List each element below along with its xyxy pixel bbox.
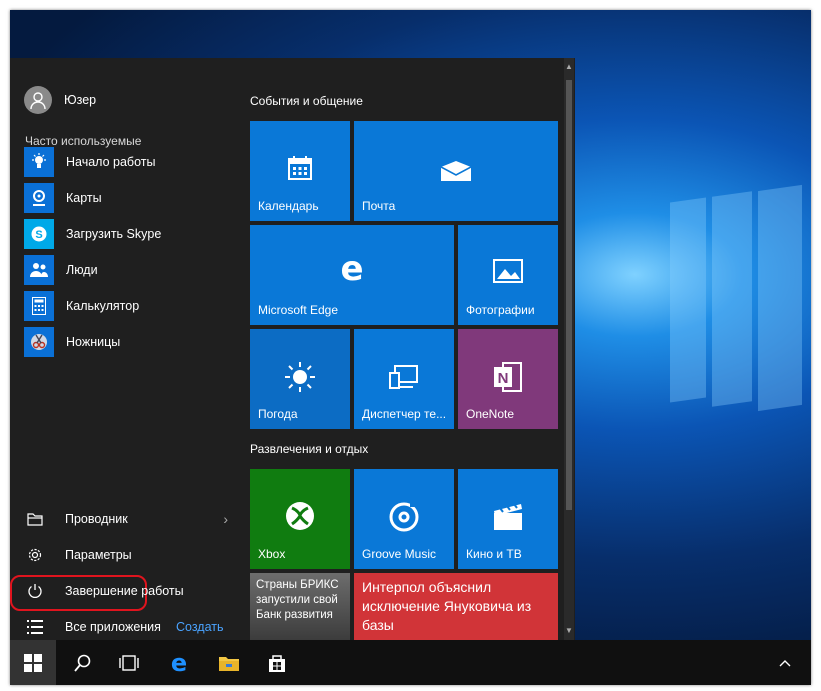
tile-label: Страны БРИКС запустили свой Банк развити… <box>256 579 339 621</box>
tile-movies-tv[interactable]: Кино и ТВ <box>458 469 558 569</box>
app-label: Карты <box>66 191 102 205</box>
app-label: Ножницы <box>66 335 121 349</box>
tile-label: Почта <box>362 199 396 213</box>
tile-news-1[interactable]: Страны БРИКС запустили свой Банк развити… <box>250 573 350 640</box>
scroll-up-icon[interactable]: ▲ <box>565 62 573 71</box>
app-people[interactable]: Люди <box>24 255 234 285</box>
clapperboard-icon <box>458 503 558 531</box>
tile-phone-companion[interactable]: Диспетчер те... <box>354 329 454 429</box>
app-skype[interactable]: S Загрузить Skype <box>24 219 234 249</box>
app-get-started[interactable]: Начало работы <box>24 147 234 177</box>
app-label: Калькулятор <box>66 299 140 313</box>
settings-label: Параметры <box>65 548 132 562</box>
power-item[interactable]: Завершение работы <box>24 576 234 606</box>
search-icon[interactable] <box>60 640 106 685</box>
file-explorer-icon[interactable] <box>206 640 252 685</box>
create-link[interactable]: Создать <box>176 620 224 634</box>
screen: Юзер Часто используемые Начало работы Ка… <box>10 10 811 685</box>
tiles-area: События и общение Календарь Почта e Micr… <box>236 58 566 640</box>
svg-text:N: N <box>498 370 509 387</box>
power-label: Завершение работы <box>65 584 184 598</box>
mail-icon <box>354 161 558 181</box>
windows-start-icon[interactable] <box>10 640 56 685</box>
onenote-icon: N <box>458 361 558 393</box>
app-label: Начало работы <box>66 155 156 169</box>
app-label: Загрузить Skype <box>66 227 162 241</box>
tile-xbox[interactable]: Xbox <box>250 469 350 569</box>
tile-label: Фотографии <box>466 303 535 317</box>
settings-item[interactable]: Параметры <box>24 540 234 570</box>
file-explorer-label: Проводник <box>65 512 128 526</box>
sun-icon <box>250 361 350 393</box>
tile-label: Погода <box>258 407 298 421</box>
tile-calendar[interactable]: Календарь <box>250 121 350 221</box>
edge-icon[interactable]: e <box>156 640 202 685</box>
scissors-icon <box>24 327 54 357</box>
svg-text:S: S <box>35 229 42 241</box>
user-name: Юзер <box>64 93 97 107</box>
store-icon[interactable] <box>254 640 300 685</box>
scroll-thumb[interactable] <box>566 80 572 510</box>
tile-edge[interactable]: e Microsoft Edge <box>250 225 454 325</box>
wallpaper-light <box>712 191 752 407</box>
tile-onenote[interactable]: N OneNote <box>458 329 558 429</box>
all-apps-label: Все приложения <box>65 620 161 634</box>
app-snipping-tool[interactable]: Ножницы <box>24 327 234 357</box>
tile-label: Диспетчер те... <box>362 407 447 421</box>
tile-weather[interactable]: Погода <box>250 329 350 429</box>
user-account[interactable]: Юзер <box>24 85 234 115</box>
edge-icon: e <box>250 253 454 285</box>
calculator-icon <box>24 291 54 321</box>
people-icon <box>24 255 54 285</box>
photos-icon <box>458 259 558 283</box>
gear-icon <box>24 544 46 566</box>
list-icon <box>24 616 46 638</box>
power-icon <box>24 580 46 602</box>
taskbar: e <box>10 640 811 685</box>
xbox-icon <box>250 501 350 531</box>
tile-label: Календарь <box>258 199 319 213</box>
scrollbar[interactable]: ▲ ▼ <box>564 58 574 640</box>
svg-text:e: e <box>340 253 363 285</box>
avatar <box>24 86 52 114</box>
lightbulb-icon <box>24 147 54 177</box>
scroll-down-icon[interactable]: ▼ <box>565 626 573 635</box>
tile-label: OneNote <box>466 407 515 421</box>
tile-mail[interactable]: Почта <box>354 121 558 221</box>
svg-text:e: e <box>171 652 187 674</box>
app-maps[interactable]: Карты <box>24 183 234 213</box>
calendar-icon <box>250 155 350 181</box>
frequent-header: Часто используемые <box>25 134 142 148</box>
wallpaper-light <box>758 184 802 412</box>
start-menu: Юзер Часто используемые Начало работы Ка… <box>10 58 575 640</box>
file-explorer-item[interactable]: Проводник › <box>24 504 234 534</box>
app-label: Люди <box>66 263 98 277</box>
maps-icon <box>24 183 54 213</box>
tile-news-2[interactable]: Интерпол объяснил исключение Януковича и… <box>354 573 558 640</box>
chevron-up-icon[interactable] <box>770 640 800 685</box>
groove-icon <box>354 501 454 533</box>
tile-label: Интерпол объяснил исключение Януковича и… <box>362 579 532 633</box>
folder-icon <box>24 508 46 530</box>
task-view-icon[interactable] <box>106 640 152 685</box>
wallpaper-light <box>670 197 706 403</box>
app-calculator[interactable]: Калькулятор <box>24 291 234 321</box>
tile-label: Microsoft Edge <box>258 303 339 317</box>
tile-groove-music[interactable]: Groove Music <box>354 469 454 569</box>
tile-label: Groove Music <box>362 547 437 561</box>
tile-label: Кино и ТВ <box>466 547 522 561</box>
start-left-column: Юзер Часто используемые Начало работы Ка… <box>10 58 236 640</box>
phone-companion-icon <box>354 365 454 389</box>
skype-icon: S <box>24 219 54 249</box>
chevron-right-icon: › <box>223 511 228 527</box>
group-header-entertainment: Развлечения и отдых <box>250 442 369 456</box>
tile-label: Xbox <box>258 547 286 561</box>
group-header-events: События и общение <box>250 94 363 108</box>
tile-photos[interactable]: Фотографии <box>458 225 558 325</box>
